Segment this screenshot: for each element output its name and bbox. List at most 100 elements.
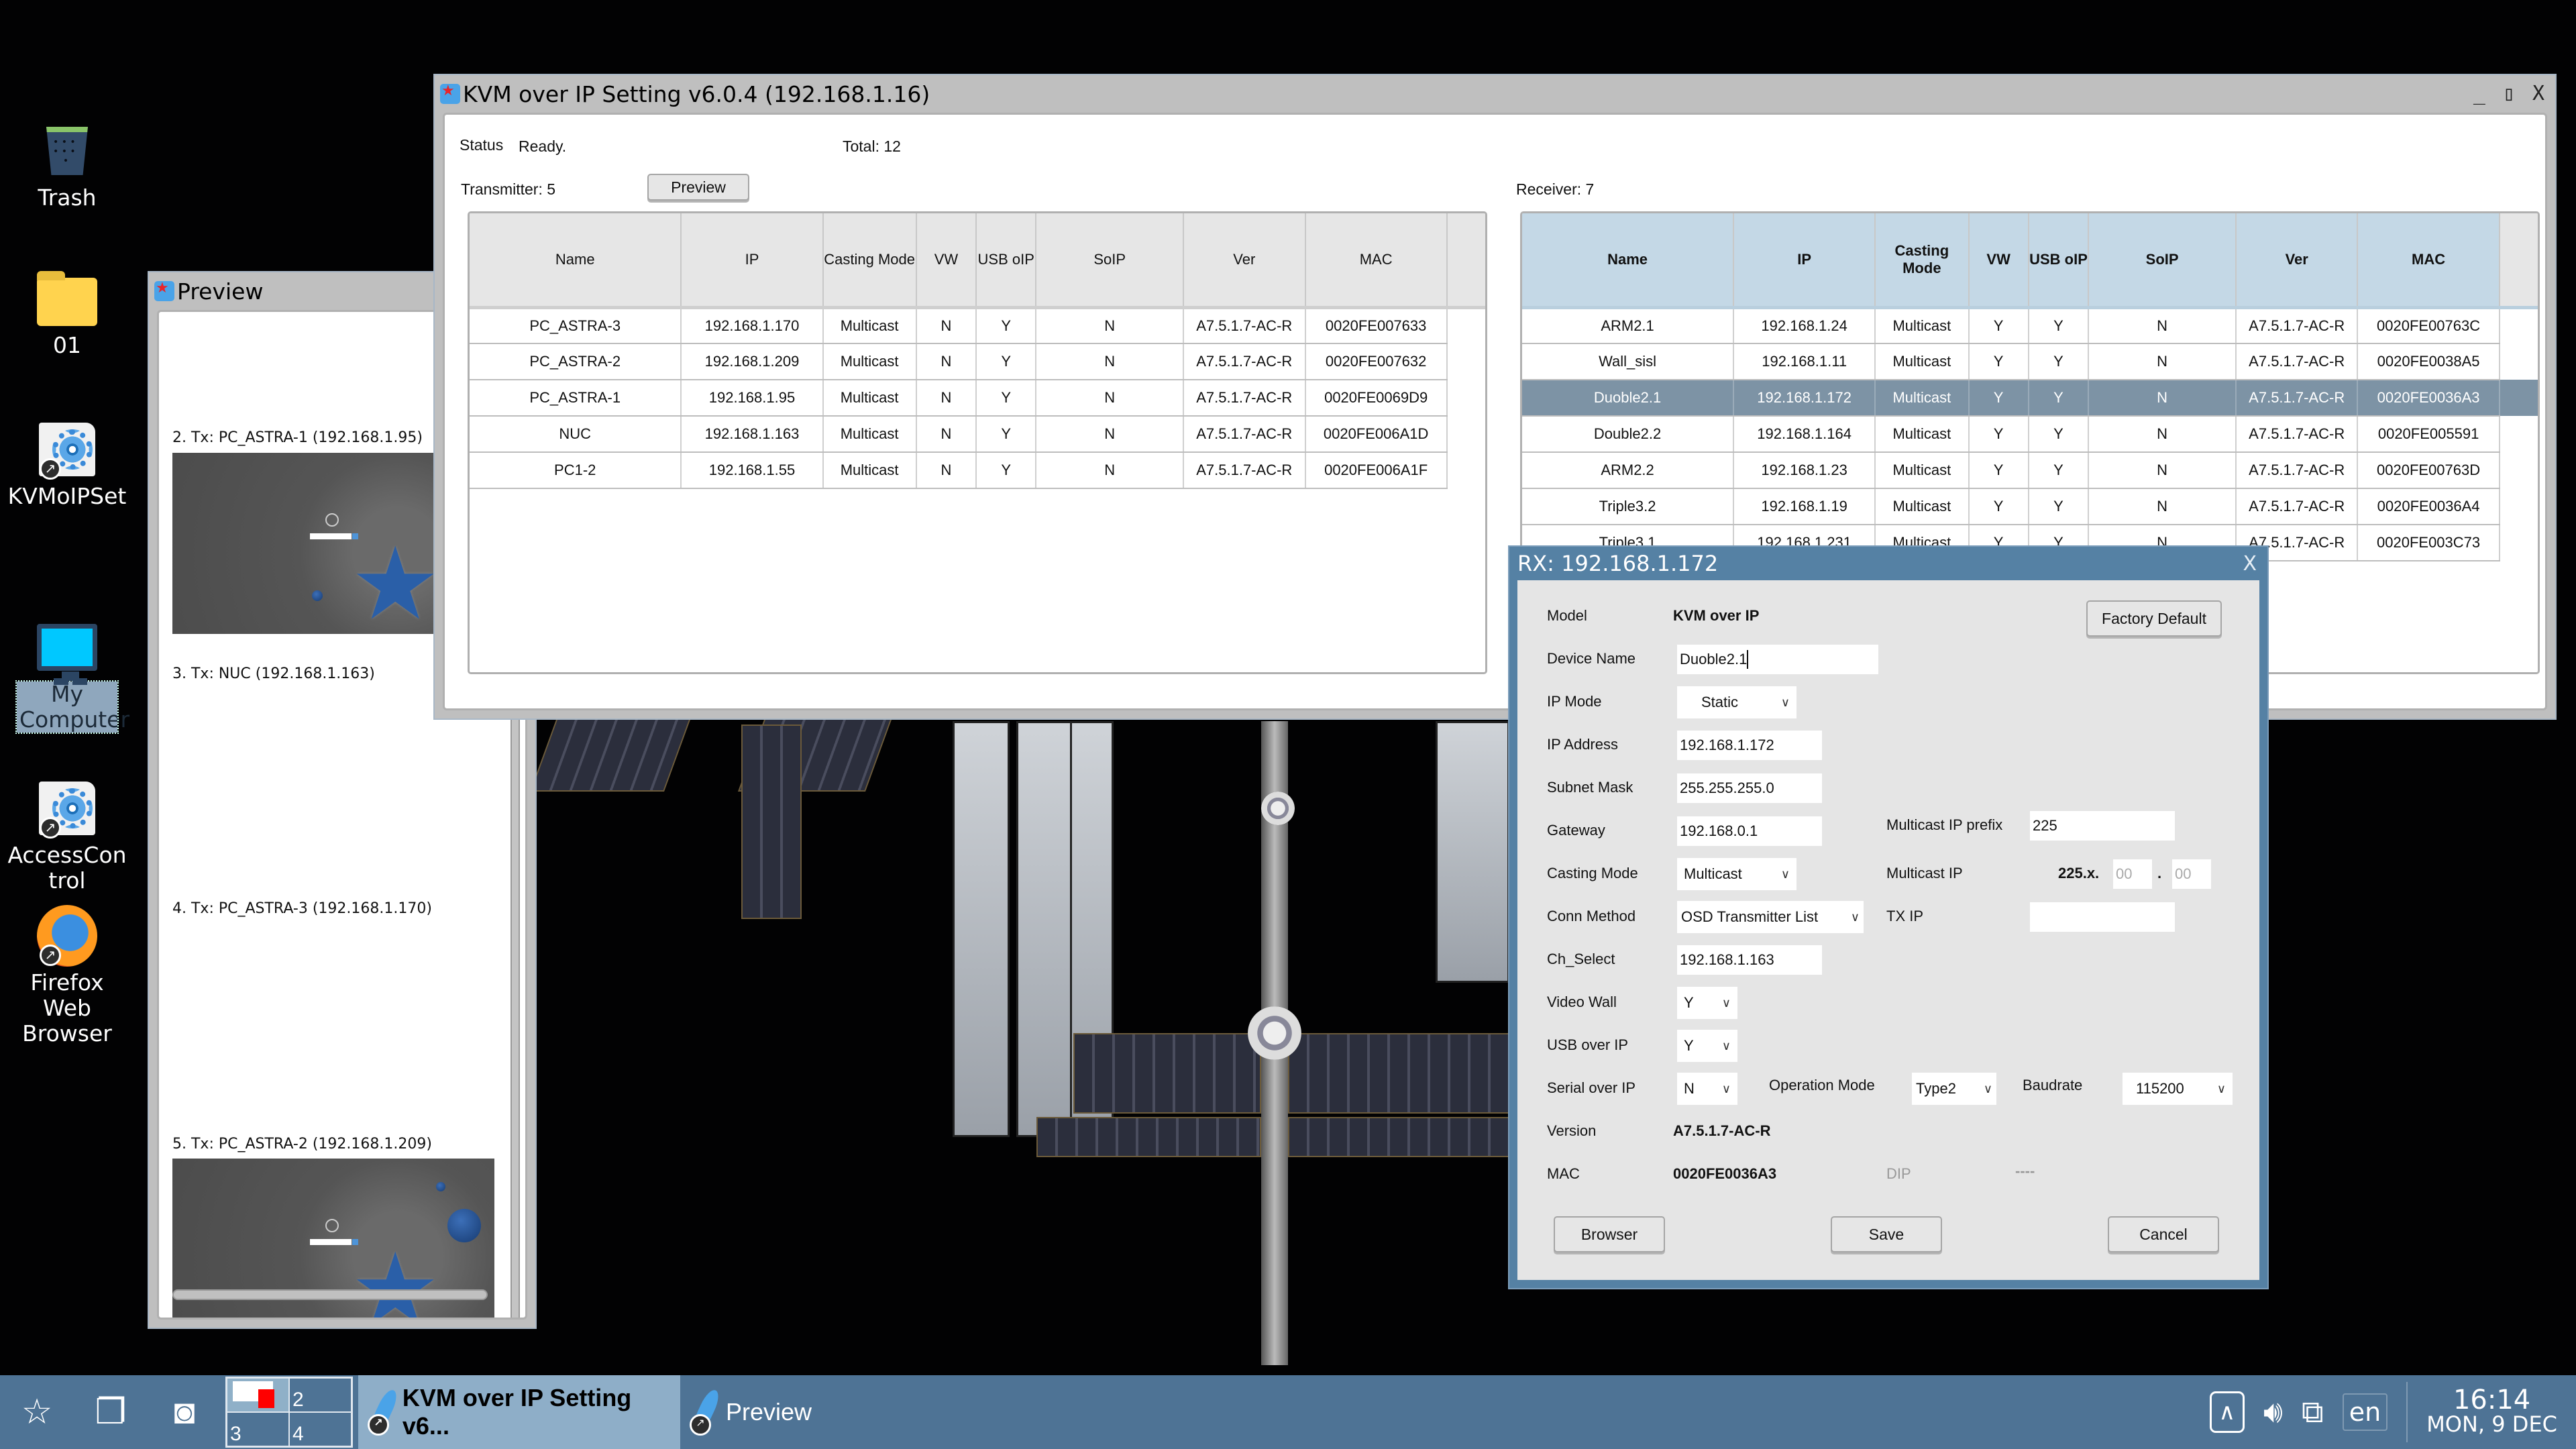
keyboard-layout[interactable]: en [2342, 1393, 2388, 1431]
tx-cell-ip: 192.168.1.163 [681, 416, 824, 453]
tx-table-row[interactable]: PC_ASTRA-3 192.168.1.170 Multicast N Y N A7.5.… [470, 307, 1485, 344]
tx-table-row[interactable]: PC_ASTRA-2 192.168.1.209 Multicast N Y N A7.5.… [470, 343, 1485, 380]
workspace-1[interactable] [227, 1378, 289, 1412]
file-manager-button[interactable]: ◙ [148, 1375, 221, 1449]
multicast-ip-prefix: 225.x. [2058, 865, 2100, 881]
workspace-pager[interactable]: 2 3 4 [225, 1377, 353, 1448]
gateway-input[interactable]: 192.168.0.1 [1677, 816, 1822, 846]
workspace-3[interactable]: 3 [227, 1412, 289, 1446]
device-name-input[interactable]: Duoble2.1 [1677, 645, 1878, 674]
close-icon[interactable]: X [2243, 552, 2257, 576]
rx-header-name[interactable]: Name [1522, 213, 1735, 309]
rx-table-row[interactable]: Triple3.2 192.168.1.19 Multicast Y Y N A7.5.1.… [1522, 488, 2538, 525]
tx-header-usb-oip[interactable]: USB oIP [976, 213, 1037, 309]
tx-cell-vw: N [916, 452, 977, 489]
serial-over-ip-value: N [1684, 1080, 1695, 1097]
rx-cell-name: Double2.2 [1522, 416, 1735, 453]
volume-icon[interactable]: 🔊︎ [2263, 1393, 2283, 1431]
multicast-prefix-input[interactable]: 225 [2030, 811, 2175, 841]
tx-ip-input[interactable] [2030, 902, 2175, 932]
desktop-icon-kvmoipset[interactable]: ↗ KVMoIPSet [0, 419, 134, 509]
desktop-icon-my-computer[interactable]: My Computer [0, 617, 134, 734]
operation-mode-select[interactable]: Type2 ∨ [1912, 1073, 1996, 1105]
task-preview[interactable]: Preview [680, 1375, 820, 1449]
task-kvm-setting[interactable]: KVM over IP Setting v6... [358, 1375, 680, 1449]
rx-header-mac[interactable]: MAC [2357, 213, 2500, 309]
cancel-button[interactable]: Cancel [2108, 1216, 2219, 1252]
close-button[interactable]: X [2532, 82, 2544, 105]
tx-header-vw[interactable]: VW [916, 213, 977, 309]
video-wall-value: Y [1684, 994, 1694, 1011]
factory-default-button[interactable]: Factory Default [2086, 600, 2222, 637]
tx-cell-filler [1446, 307, 1485, 343]
multicast-octet3-input[interactable]: 00 [2113, 859, 2152, 889]
minimize-button[interactable]: _ [2473, 82, 2485, 105]
rx-cell-ver: A7.5.1.7-AC-R [2235, 307, 2359, 344]
tx-table-row[interactable]: NUC 192.168.1.163 Multicast N Y N A7.5.1.7-AC-… [470, 416, 1485, 453]
tx-header-ip[interactable]: IP [681, 213, 824, 309]
rx-header-casting-mode[interactable]: Casting Mode [1875, 213, 1970, 309]
rx-table-row[interactable]: Wall_sisl 192.168.1.11 Multicast Y Y N A7.5.1.… [1522, 343, 2538, 380]
tx-header-casting-mode[interactable]: Casting Mode [822, 213, 917, 309]
main-title-bar[interactable]: KVM over IP Setting v6.0.4 (192.168.1.16… [435, 75, 2555, 113]
solar-panel [529, 718, 692, 792]
operation-mode-label: Operation Mode [1769, 1077, 1875, 1093]
tx-header-name[interactable]: Name [470, 213, 682, 309]
ip-mode-select[interactable]: Static ∨ [1677, 686, 1796, 718]
rx-header-ip[interactable]: IP [1733, 213, 1876, 309]
rx-table-row[interactable]: ARM2.1 192.168.1.24 Multicast Y Y N A7.5.1.7-A… [1522, 307, 2538, 344]
vertical-scrollbar[interactable] [511, 688, 520, 1318]
rx-header-soip[interactable]: SoIP [2088, 213, 2237, 309]
multicast-octet4-input[interactable]: 00 [2172, 859, 2211, 889]
workspace-4[interactable]: 4 [289, 1412, 352, 1446]
rx-table-row[interactable]: Duoble2.1 192.168.1.172 Multicast Y Y N A7.5.1… [1522, 380, 2538, 417]
tx-table-row[interactable]: PC_ASTRA-1 192.168.1.95 Multicast N Y N A7.5.1… [470, 380, 1485, 417]
rx-header-vw[interactable]: VW [1968, 213, 2029, 309]
ch-select-label: Ch_Select [1547, 951, 1615, 967]
preview-button[interactable]: Preview [647, 174, 749, 201]
tx-cell-soip: N [1036, 307, 1185, 344]
ip-address-input[interactable]: 192.168.1.172 [1677, 731, 1822, 760]
conn-method-select[interactable]: OSD Transmitter List ∨ [1677, 901, 1864, 933]
desktop-icon-folder-01[interactable]: 01 [0, 268, 134, 358]
chevron-up-icon[interactable]: ∧ [2209, 1391, 2245, 1433]
save-button[interactable]: Save [1831, 1216, 1942, 1252]
serial-over-ip-select[interactable]: N ∨ [1677, 1073, 1737, 1105]
subnet-mask-input[interactable]: 255.255.255.0 [1677, 773, 1822, 803]
rx-table-row[interactable]: Double2.2 192.168.1.164 Multicast Y Y N A7.5.1… [1522, 416, 2538, 453]
video-wall-select[interactable]: Y ∨ [1677, 987, 1737, 1019]
network-icon[interactable]: ⧉ [2302, 1393, 2324, 1431]
tx-header-soip[interactable]: SoIP [1036, 213, 1185, 309]
desktop-icon-trash[interactable]: Trash [0, 121, 134, 211]
desktop-icon-firefox[interactable]: ↗ Firefox Web Browser [0, 905, 134, 1046]
desktop-icon-accesscontrol[interactable]: ↗ AccessControl [0, 778, 134, 894]
rx-cell-mac: 0020FE0038A5 [2357, 343, 2500, 380]
tx-table-row[interactable]: PC1-2 192.168.1.55 Multicast N Y N A7.5.1.7-AC… [470, 452, 1485, 489]
start-menu-button[interactable]: ☆ [0, 1375, 74, 1449]
tx-cell-vw: N [916, 343, 977, 380]
rx-header-ver[interactable]: Ver [2235, 213, 2359, 309]
tx-cell-ver: A7.5.1.7-AC-R [1183, 452, 1306, 489]
show-windows-button[interactable]: ❐ [74, 1375, 148, 1449]
baudrate-select[interactable]: 115200 ∨ [2123, 1073, 2233, 1105]
browser-button[interactable]: Browser [1554, 1216, 1665, 1252]
rx-settings-dialog[interactable]: RX: 192.168.1.172 X Model KVM over IP Fa… [1508, 545, 2269, 1289]
workspace-2[interactable]: 2 [289, 1378, 352, 1412]
maximize-button[interactable]: ▯ [2503, 82, 2515, 105]
casting-mode-select[interactable]: Multicast ∨ [1677, 858, 1796, 890]
rx-header-usb-oip[interactable]: USB oIP [2028, 213, 2090, 309]
chevron-down-icon: ∨ [1850, 910, 1860, 924]
tx-header-mac[interactable]: MAC [1305, 213, 1448, 309]
ch-select-input[interactable]: 192.168.1.163 [1677, 945, 1822, 975]
video-wall-label: Video Wall [1547, 994, 1617, 1010]
horizontal-scrollbar[interactable] [172, 1289, 488, 1300]
rx-cell-vw: Y [1968, 452, 2029, 489]
rx-cell-ip: 192.168.1.172 [1733, 380, 1876, 417]
transmitter-table[interactable]: Name IP Casting Mode VW USB oIP SoIP Ver MAC PC… [468, 211, 1487, 674]
usb-over-ip-select[interactable]: Y ∨ [1677, 1030, 1737, 1062]
rx-table-row[interactable]: ARM2.2 192.168.1.23 Multicast Y Y N A7.5.1.7-A… [1522, 452, 2538, 489]
tx-header-ver[interactable]: Ver [1183, 213, 1306, 309]
clock[interactable]: 16:14 MON, 9 DEC [2426, 1387, 2557, 1436]
tx-cell-mac: 0020FE006A1F [1305, 452, 1448, 489]
tx-cell-casting: Multicast [822, 416, 917, 453]
